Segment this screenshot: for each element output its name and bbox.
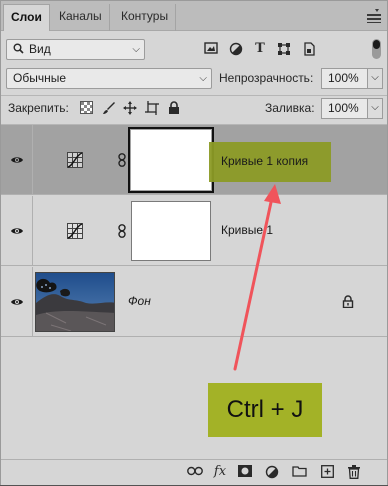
lock-position-icon[interactable] xyxy=(123,101,137,115)
divider xyxy=(32,196,33,266)
shortcut-text: Ctrl + J xyxy=(226,396,304,423)
opacity-chevron-icon[interactable]: ⌵ xyxy=(367,68,383,89)
blend-mode-select[interactable]: Обычные ⌵ xyxy=(6,68,212,89)
divider xyxy=(32,267,33,337)
panel-tab-bar: Слои Каналы Контуры xyxy=(1,1,387,31)
delete-icon[interactable] xyxy=(347,465,361,479)
opacity-label: Непрозрачность: xyxy=(219,71,314,85)
layer-row[interactable]: Кривые 1 xyxy=(1,196,387,266)
divider xyxy=(1,95,387,96)
eye-visibility-icon[interactable] xyxy=(10,295,24,309)
blend-row: Обычные ⌵ Непрозрачность: 100% ⌵ xyxy=(1,68,387,90)
curves-adjustment-icon xyxy=(67,152,83,168)
lock-all-icon[interactable] xyxy=(167,101,181,115)
divider xyxy=(32,125,33,195)
tab-layers[interactable]: Слои xyxy=(3,4,50,31)
eye-visibility-icon[interactable] xyxy=(10,153,24,167)
eye-visibility-icon[interactable] xyxy=(10,224,24,238)
layer-name[interactable]: Кривые 1 копия xyxy=(221,153,308,169)
fill-label: Заливка: xyxy=(265,101,315,115)
filter-row: Вид ⌵ T xyxy=(1,39,387,61)
curves-adjustment-icon xyxy=(67,223,83,239)
filter-toggle[interactable] xyxy=(372,39,381,59)
layer-row[interactable]: Фон xyxy=(1,267,387,337)
opacity-input[interactable]: 100% xyxy=(321,68,368,89)
chevron-down-icon: ⌵ xyxy=(132,44,140,55)
search-icon xyxy=(13,40,25,59)
shortcut-callout: Ctrl + J xyxy=(208,383,322,437)
lock-transparent-pixels-icon[interactable] xyxy=(79,101,93,115)
blend-mode-value: Обычные xyxy=(13,71,67,85)
tab-paths[interactable]: Контуры xyxy=(114,4,177,31)
lock-image-pixels-icon[interactable] xyxy=(102,101,116,115)
layer-name[interactable]: Фон xyxy=(128,294,151,308)
image-filter-icon[interactable] xyxy=(204,42,218,56)
fill-input[interactable]: 100% xyxy=(321,98,368,119)
chain-link-icon[interactable] xyxy=(118,153,126,167)
smart-object-filter-icon[interactable] xyxy=(302,42,316,56)
layer-mask-thumbnail[interactable] xyxy=(131,201,211,261)
filter-kind-value: Вид xyxy=(29,42,51,56)
new-layer-icon[interactable] xyxy=(320,465,334,479)
shape-filter-icon[interactable] xyxy=(277,42,291,56)
panel-bottom-bar: fx xyxy=(1,459,387,485)
lock-artboard-icon[interactable] xyxy=(145,101,159,115)
chain-link-icon[interactable] xyxy=(118,224,126,238)
layer-image-thumbnail[interactable] xyxy=(35,272,115,332)
adjustment-filter-icon[interactable] xyxy=(229,42,243,56)
lock-row: Закрепить: Заливка: 100% ⌵ xyxy=(1,98,387,120)
chevron-down-icon: ⌵ xyxy=(199,73,207,84)
layer-name[interactable]: Кривые 1 xyxy=(221,222,273,238)
link-layers-icon[interactable] xyxy=(187,465,203,479)
fill-chevron-icon[interactable]: ⌵ xyxy=(367,98,383,119)
tab-channels[interactable]: Каналы xyxy=(52,4,110,31)
type-filter-icon[interactable]: T xyxy=(253,42,267,56)
layers-panel: Слои Каналы Контуры Вид ⌵ T Обычные ⌵ Не… xyxy=(0,0,388,485)
layer-lock-icon xyxy=(342,295,354,309)
add-mask-icon[interactable] xyxy=(238,465,252,479)
fx-icon[interactable]: fx xyxy=(213,465,227,479)
filter-kind-select[interactable]: Вид ⌵ xyxy=(6,39,145,60)
new-group-icon[interactable] xyxy=(292,465,307,479)
adjustment-layer-icon[interactable] xyxy=(265,465,279,479)
layer-mask-thumbnail[interactable] xyxy=(128,127,214,193)
lock-label: Закрепить: xyxy=(8,101,69,115)
panel-menu-icon[interactable] xyxy=(366,9,382,23)
